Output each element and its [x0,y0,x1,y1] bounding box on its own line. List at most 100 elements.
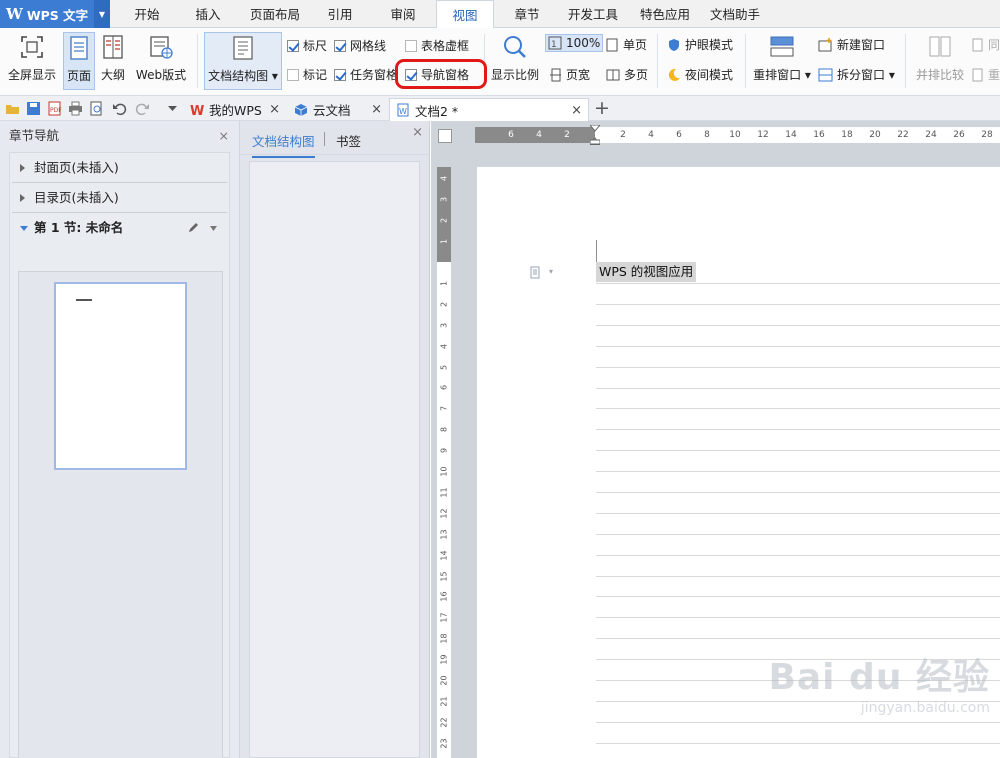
eye-mode-button[interactable]: 护眼模式 [667,36,733,53]
chapter-item-section-1[interactable]: 第 1 节: 未命名 [12,213,227,243]
chevron-down-icon[interactable] [210,226,217,231]
new-tab-button[interactable]: + [594,97,610,119]
print-icon[interactable] [68,101,83,116]
quick-access-dropdown-icon[interactable] [165,101,180,116]
collapse-arrow-icon[interactable] [20,226,28,235]
chapter-item-cover[interactable]: 封面页(未插入) [12,153,227,183]
new-window-button[interactable]: 新建窗口 [818,36,885,53]
task-pane-checkbox[interactable]: 任务窗格 [334,66,398,83]
tab-developer[interactable]: 开发工具 [563,0,623,28]
close-pane-icon[interactable]: × [219,121,229,151]
page-view-label: 页面 [66,69,91,83]
tab-page-layout[interactable]: 页面布局 [243,0,307,28]
ruler-tick-label: 4 [439,176,449,182]
svg-text:PDF: PDF [50,107,62,114]
vertical-ruler[interactable]: 4 3 2 1 1 2 3 4 5 6 7 8 9 10 11 12 13 14 15 16 17 18 19 20 21 22 2… [437,167,451,758]
tab-document-2-label: 文档2 * [415,103,459,119]
web-view-button[interactable]: Web版式 [134,32,188,90]
gridlines-label: 网格线 [350,39,387,53]
gridlines-checkbox[interactable]: 网格线 [334,37,386,54]
save-icon[interactable] [26,101,41,116]
outline-button[interactable]: 大纲 [97,32,129,90]
compare-button[interactable]: 并排比较 [912,32,968,90]
table-grid-checkbox[interactable]: 表格虚框 [405,37,469,54]
reset-position-button[interactable]: 重 [972,66,1000,83]
doc-structure-icon [233,36,253,60]
ruler-tick-label: 24 [925,130,937,140]
chapter-nav-title: 章节导航 [9,128,60,143]
marks-checkbox[interactable]: 标记 [287,66,327,83]
open-folder-icon[interactable] [5,101,20,116]
ruler-tick-label: 8 [704,130,710,140]
sync-scroll-icon [972,38,983,51]
tab-review[interactable]: 审阅 [380,0,426,28]
gridline [596,325,1000,326]
page-view-icon [70,36,88,60]
night-mode-button[interactable]: 夜间模式 [667,66,733,83]
ruler-tick-label: 11 [439,487,449,498]
chapter-item-label: 第 1 节: 未命名 [34,220,124,235]
structure-tree [249,161,420,758]
thumbnail-text-line [76,299,92,301]
pencil-icon[interactable] [187,222,199,234]
arrange-windows-button[interactable]: 重排窗口 ▾ [751,32,813,90]
ruler-checkbox[interactable]: 标尺 [287,37,327,54]
web-view-label: Web版式 [135,68,187,82]
page-width-icon [550,68,561,81]
tab-view[interactable]: 视图 [436,0,494,29]
horizontal-ruler[interactable]: 6 4 2 2 4 6 8 10 12 14 16 18 20 22 24 26 28 [475,125,1000,145]
doc-structure-label: 文档结构图 ▾ [208,69,278,83]
page-width-button[interactable]: 页宽 [549,66,590,83]
tab-doc-assistant[interactable]: 文档助手 [704,0,766,28]
zoom-label: 显示比例 [490,68,539,82]
app-menu-button[interactable]: W WPS 文字 ▼ [0,0,110,28]
print-preview-icon[interactable] [89,101,104,116]
page-thumbnail[interactable] [54,282,187,470]
ruler-tick-label: 21 [439,696,449,707]
tab-insert[interactable]: 插入 [184,0,232,28]
document-text[interactable]: WPS 的视图应用 [596,262,697,282]
gridline [596,346,1000,347]
close-tab-icon[interactable]: × [269,102,280,117]
tab-features[interactable]: 特色应用 [634,0,696,28]
close-tab-icon[interactable]: × [571,103,582,118]
close-tab-icon[interactable]: × [371,102,382,117]
indent-marker-icon[interactable] [590,125,600,145]
gridline [596,513,1000,514]
undo-icon[interactable] [112,101,127,116]
tab-document-2[interactable]: W 文档2 * × [389,98,589,121]
app-menu-dropdown-icon[interactable]: ▼ [94,0,110,28]
sync-scroll-button[interactable]: 同 [972,36,1000,53]
task-pane-check-icon [334,68,346,81]
tab-cloud-docs[interactable]: 云文档 × [288,98,388,121]
zoom-100-button[interactable]: 1 100% [545,34,604,52]
redo-icon[interactable] [135,101,150,116]
gridline [596,304,1000,305]
doc-structure-button[interactable]: 文档结构图 ▾ [204,32,282,90]
gridline [596,576,1000,577]
export-pdf-icon[interactable]: PDF [47,101,62,116]
tab-doc-structure[interactable]: 文档结构图 [252,131,315,158]
tab-bookmark[interactable]: 书签 [336,131,361,150]
zoom-button[interactable]: 显示比例 [488,32,542,90]
fullscreen-button[interactable]: 全屏显示 [4,32,60,90]
ruler-tick-label: 19 [439,654,449,665]
table-grid-check-icon [405,39,417,52]
expand-arrow-icon[interactable] [20,194,25,202]
page-view-button[interactable]: 页面 [63,32,95,90]
paragraph-handle-dropdown-icon[interactable]: ▾ [549,267,553,276]
tab-stop-selector[interactable] [438,129,452,143]
multi-page-button[interactable]: 多页 [606,66,648,83]
chapter-item-toc[interactable]: 目录页(未插入) [12,183,227,213]
tab-references[interactable]: 引用 [318,0,362,28]
single-page-button[interactable]: 单页 [606,36,647,53]
ruler-tick-label: 20 [869,130,881,140]
paragraph-handle-icon[interactable] [530,266,542,279]
split-window-button[interactable]: 拆分窗口 ▾ [818,66,895,83]
tab-start[interactable]: 开始 [124,0,170,28]
tab-chapter[interactable]: 章节 [505,0,549,28]
ribbon-separator [657,34,658,88]
tab-my-wps[interactable]: W 我的WPS × [184,98,286,121]
close-pane-icon[interactable]: × [412,125,423,140]
expand-arrow-icon[interactable] [20,164,25,172]
